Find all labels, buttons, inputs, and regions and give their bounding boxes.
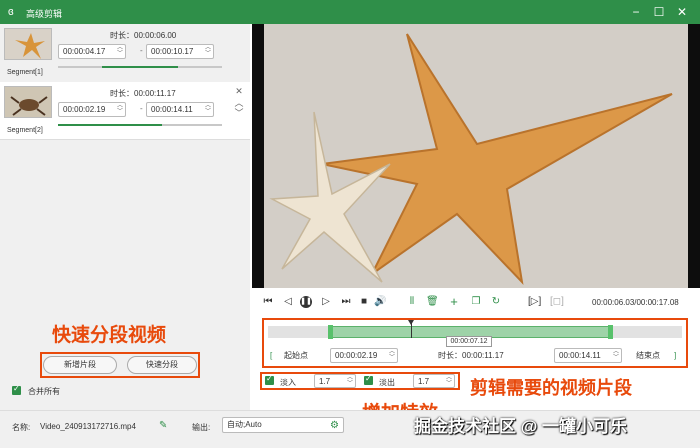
step-back-icon[interactable]: ◁ <box>282 296 294 308</box>
add-icon[interactable]: + <box>448 295 460 308</box>
fade-out-input[interactable]: 1.7 ︿ ﹀ <box>413 374 455 388</box>
annotation-quick-split: 快速分段视频 <box>52 325 167 346</box>
volume-icon[interactable]: 🔊 <box>374 296 386 308</box>
segment-thumbnail <box>4 86 52 118</box>
segment-duration: 时长：00:00:11.17 <box>110 89 176 98</box>
step-forward-icon[interactable]: ▷ <box>320 296 332 308</box>
title-bar: ɞ 高级剪辑 − ☐ ✕ <box>0 0 700 24</box>
move-down-icon[interactable]: ﹀ <box>234 108 244 118</box>
segment-progress <box>58 124 222 126</box>
segment-label: Segment[2] <box>7 127 43 134</box>
start-point-button[interactable]: [ 起始点 <box>270 348 326 363</box>
spinner-icon[interactable]: ︿ ﹀ <box>205 45 211 57</box>
spinner-icon[interactable]: ︿ ﹀ <box>613 349 619 361</box>
app-logo-icon: ɞ <box>8 6 14 18</box>
skip-start-icon[interactable]: ⏮ <box>262 296 274 308</box>
fade-in-input[interactable]: 1.7 ︿ ﹀ <box>314 374 356 388</box>
mark-in-icon[interactable]: [▷] <box>528 296 541 308</box>
spinner-icon[interactable]: ︿ ﹀ <box>347 375 353 387</box>
close-button[interactable]: ✕ <box>674 4 690 20</box>
fade-out-checkbox[interactable] <box>364 374 373 385</box>
segment-start-input[interactable]: 00:00:04.17 ︿ ﹀ <box>58 44 126 59</box>
spinner-icon[interactable]: ︿ ﹀ <box>205 103 211 115</box>
minimize-button[interactable]: − <box>628 4 644 20</box>
quick-split-button[interactable]: 快速分段 <box>127 356 197 374</box>
delete-icon[interactable]: 🗑 <box>426 296 439 308</box>
segment-end-input[interactable]: 00:00:10.17 ︿ ﹀ <box>146 44 214 59</box>
settings-gear-icon[interactable]: ⚙ <box>330 419 339 432</box>
time-display: 00:00:06.03/00:00:17.08 <box>592 298 679 307</box>
reset-icon[interactable]: ↻ <box>490 296 502 308</box>
split-icon[interactable]: ⫴ <box>406 296 418 308</box>
merge-all-label: 合并所有 <box>28 387 60 396</box>
video-preview[interactable] <box>252 24 700 288</box>
move-up-icon[interactable]: ︿ <box>234 98 244 108</box>
segment-item[interactable]: Segment[2] 时长：00:00:11.17 00:00:02.19 ︿ ﹀… <box>0 82 250 140</box>
spinner-icon[interactable]: ︿ ﹀ <box>117 103 123 115</box>
player-controls: ⏮ ◁ ❚❚ ▷ ⏭ ■ 🔊 ⫴ 🗑 + ❐ ↻ [▷] [◻] 00:00:0… <box>252 290 700 316</box>
segment-item[interactable]: Segment[1] 时长：00:00:06.00 00:00:04.17 ︿ ﹀… <box>0 24 250 82</box>
add-segment-button[interactable]: 新增片段 <box>43 356 117 374</box>
stop-icon[interactable]: ■ <box>358 296 370 308</box>
name-label: 名称: <box>12 423 31 432</box>
segment-end-input[interactable]: 00:00:14.11 ︿ ﹀ <box>146 102 214 117</box>
segment-start-input[interactable]: 00:00:02.19 ︿ ﹀ <box>58 102 126 117</box>
copy-icon[interactable]: ❐ <box>470 296 482 308</box>
window-title: 高级剪辑 <box>26 9 63 19</box>
output-select[interactable]: 自动;Auto ⚙ <box>222 417 344 433</box>
merge-all-checkbox[interactable] <box>12 384 21 395</box>
output-label: 输出: <box>192 423 211 432</box>
end-time-input[interactable]: 00:00:14.11 ︿ ﹀ <box>554 348 622 363</box>
pause-icon[interactable]: ❚❚ <box>300 296 312 308</box>
fade-out-label: 淡出 <box>379 378 395 387</box>
segment-label: Segment[1] <box>7 69 43 76</box>
range-duration: 时长：00:00:11.17 <box>438 351 504 360</box>
skip-end-icon[interactable]: ⏭ <box>340 296 352 308</box>
end-point-button[interactable]: 结束点 ] <box>630 348 684 363</box>
annotation-clip: 剪辑需要的视频片段 <box>470 378 632 398</box>
timeline-start-handle[interactable] <box>328 325 333 339</box>
edit-name-icon[interactable]: ✎ <box>159 420 167 431</box>
timeline-end-handle[interactable] <box>608 325 613 339</box>
spinner-icon[interactable]: ︿ ﹀ <box>446 375 452 387</box>
fade-in-label: 淡入 <box>280 378 296 387</box>
watermark: 掘金技术社区 @ 一罐小可乐 <box>414 417 628 436</box>
start-time-input[interactable]: 00:00:02.19 ︿ ﹀ <box>330 348 398 363</box>
playhead[interactable] <box>408 320 414 338</box>
segment-panel: Segment[1] 时长：00:00:06.00 00:00:04.17 ︿ ﹀… <box>0 24 250 410</box>
file-name: Video_240913172716.mp4 <box>40 422 136 431</box>
maximize-button[interactable]: ☐ <box>651 4 667 20</box>
segment-duration: 时长：00:00:06.00 <box>110 31 177 40</box>
mark-out-icon[interactable]: [◻] <box>550 296 564 308</box>
playhead-tooltip: 00:00:07.12 <box>446 336 492 347</box>
spinner-icon[interactable]: ︿ ﹀ <box>117 45 123 57</box>
fade-in-checkbox[interactable] <box>265 374 274 385</box>
segment-progress <box>58 66 222 68</box>
spinner-icon[interactable]: ︿ ﹀ <box>389 349 395 361</box>
segment-thumbnail <box>4 28 52 60</box>
remove-segment-icon[interactable]: ✕ <box>234 86 244 96</box>
